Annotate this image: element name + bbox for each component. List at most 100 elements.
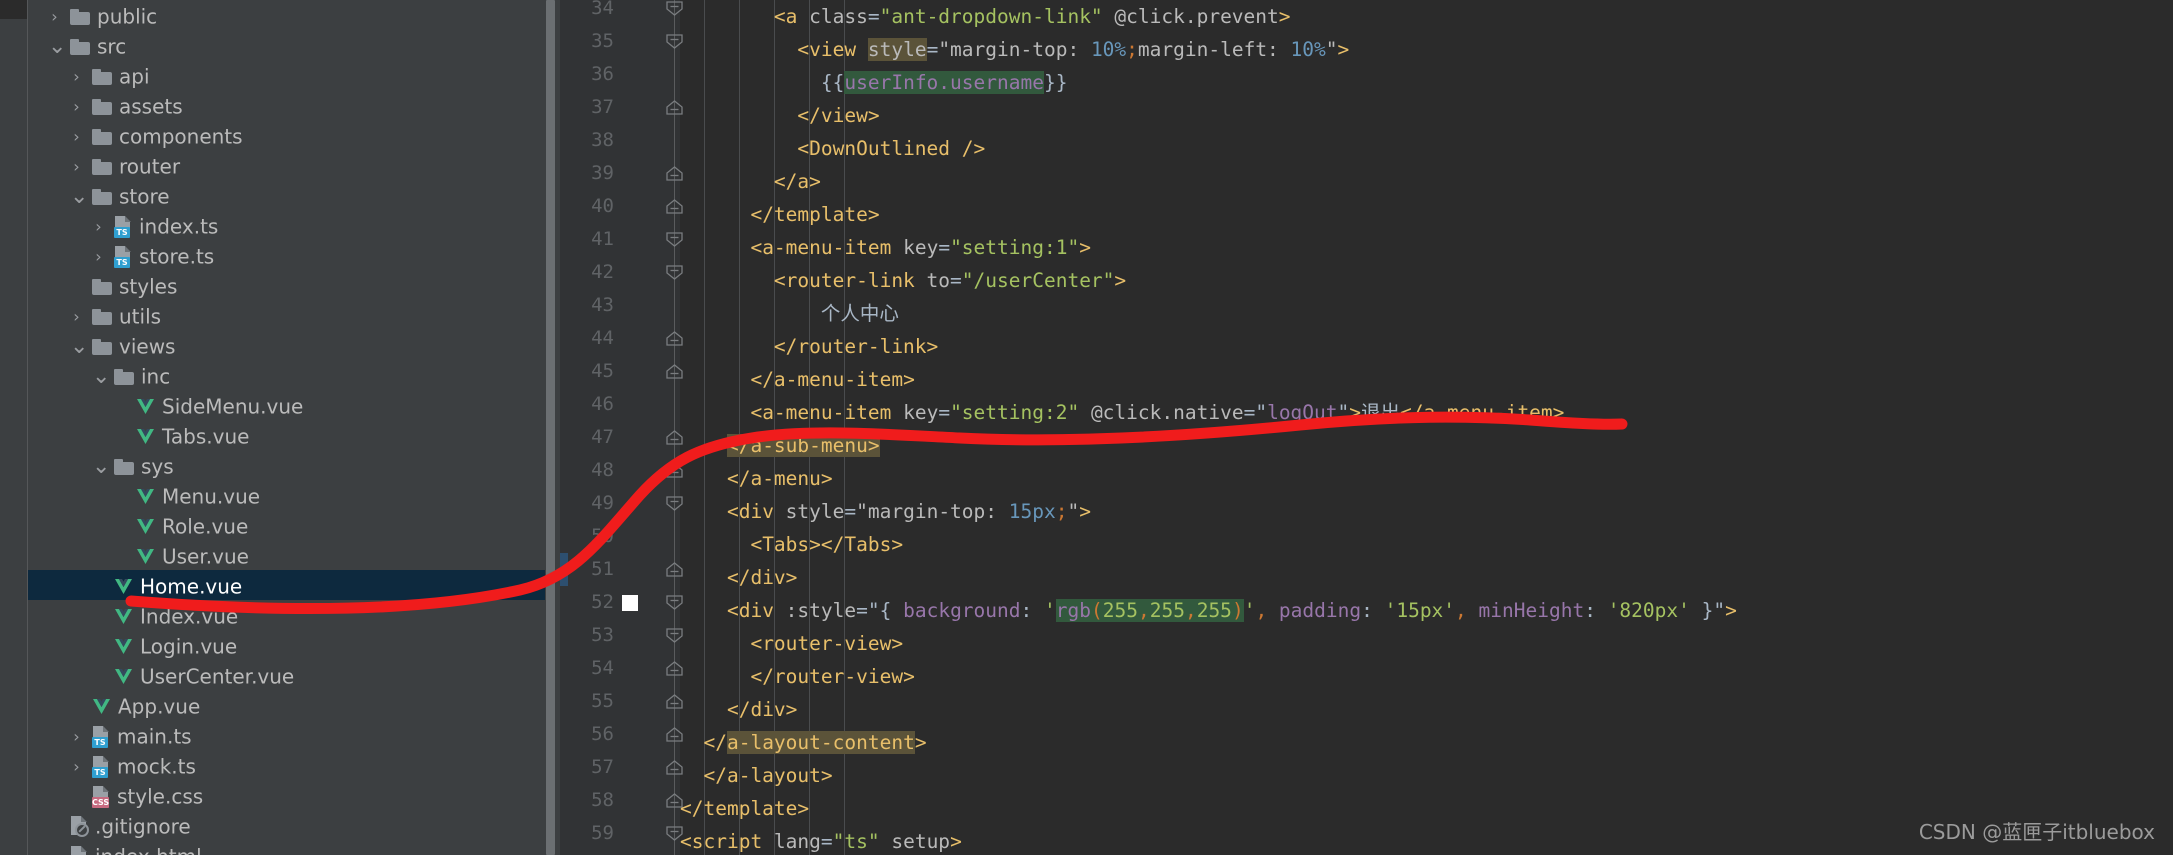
code-line[interactable]: <div :style="{ background: 'rgb(255,255,… [680, 594, 2173, 627]
code-line[interactable]: {{userInfo.username}} [680, 66, 2173, 99]
tree-item-sys[interactable]: ⌄ sys [28, 450, 560, 480]
line-number[interactable]: 54 [560, 652, 614, 685]
chevron-right-icon[interactable]: › [70, 152, 83, 182]
tree-item-utils[interactable]: › utils [28, 300, 560, 330]
line-number[interactable]: 44 [560, 322, 614, 355]
code-line[interactable]: <div style="margin-top: 15px;"> [680, 495, 2173, 528]
code-line[interactable]: <a-menu-item key="setting:1"> [680, 231, 2173, 264]
breakpoint-marker[interactable] [622, 595, 638, 611]
code-line[interactable]: <Tabs></Tabs> [680, 528, 2173, 561]
tree-item-src[interactable]: ⌄ src [28, 30, 560, 60]
line-number[interactable]: 43 [560, 289, 614, 322]
line-number[interactable]: 53 [560, 619, 614, 652]
chevron-right-icon[interactable]: › [70, 302, 83, 332]
line-number[interactable]: 36 [560, 58, 614, 91]
scrollbar-thumb[interactable] [546, 0, 555, 855]
tree-item-menu-vue[interactable]: Menu.vue [28, 480, 560, 510]
code-line[interactable]: <a-menu-item key="setting:2" @click.nati… [680, 396, 2173, 429]
tree-item-usercenter-vue[interactable]: UserCenter.vue [28, 660, 560, 690]
code-line[interactable]: </a-layout-content> [680, 726, 2173, 759]
tree-item-index-ts[interactable]: › TS index.ts [28, 210, 560, 240]
chevron-right-icon[interactable]: › [92, 212, 105, 242]
code-line[interactable]: <router-link to="/userCenter"> [680, 264, 2173, 297]
chevron-down-icon[interactable]: ⌄ [92, 365, 110, 387]
tree-item-sidemenu-vue[interactable]: SideMenu.vue [28, 390, 560, 420]
tree-item-inc[interactable]: ⌄ inc [28, 360, 560, 390]
code-line[interactable]: <a class="ant-dropdown-link" @click.prev… [680, 0, 2173, 33]
line-number[interactable]: 58 [560, 784, 614, 817]
chevron-down-icon[interactable]: ⌄ [48, 35, 66, 57]
line-number[interactable]: 41 [560, 223, 614, 256]
tree-item-app-vue[interactable]: App.vue [28, 690, 560, 720]
code-line[interactable]: </div> [680, 561, 2173, 594]
line-number[interactable]: 48 [560, 454, 614, 487]
code-line[interactable]: <router-view> [680, 627, 2173, 660]
line-number[interactable]: 46 [560, 388, 614, 421]
code-line[interactable]: </a-menu> [680, 462, 2173, 495]
line-number[interactable]: 40 [560, 190, 614, 223]
project-sidebar[interactable]: › public ⌄ src › api › assets › components › router… [0, 0, 560, 855]
code-editor-pane[interactable]: 34 35 36 37 38 39 40 41 42 43 44 45 46 47 48 49 50 51 52 53… [560, 0, 2173, 855]
line-number[interactable]: 49 [560, 487, 614, 520]
tree-item-user-vue[interactable]: User.vue [28, 540, 560, 570]
chevron-right-icon[interactable]: › [70, 62, 83, 92]
tree-item-login-vue[interactable]: Login.vue [28, 630, 560, 660]
line-number[interactable]: 50 [560, 520, 614, 553]
file-tree[interactable]: › public ⌄ src › api › assets › components › router… [28, 0, 560, 855]
tree-item-api[interactable]: › api [28, 60, 560, 90]
chevron-right-icon[interactable]: › [70, 752, 83, 782]
tree-item-index-html[interactable]: index.html [28, 840, 560, 855]
line-number[interactable]: 59 [560, 817, 614, 850]
line-number[interactable]: 38 [560, 124, 614, 157]
tree-item-store[interactable]: ⌄ store [28, 180, 560, 210]
tree-item-styles[interactable]: styles [28, 270, 560, 300]
tree-item-router[interactable]: › router [28, 150, 560, 180]
tree-item-main-ts[interactable]: › TS main.ts [28, 720, 560, 750]
line-number[interactable]: 39 [560, 157, 614, 190]
tree-item-style-css[interactable]: CSS style.css [28, 780, 560, 810]
chevron-right-icon[interactable]: › [48, 2, 61, 32]
chevron-right-icon[interactable]: › [70, 92, 83, 122]
line-number[interactable]: 56 [560, 718, 614, 751]
code-line[interactable]: </a-menu-item> [680, 363, 2173, 396]
code-line[interactable]: </template> [680, 198, 2173, 231]
chevron-right-icon[interactable]: › [70, 722, 83, 752]
tree-item-mock-ts[interactable]: › TS mock.ts [28, 750, 560, 780]
tree-item-store-ts[interactable]: › TS store.ts [28, 240, 560, 270]
code-line[interactable]: </a-layout> [680, 759, 2173, 792]
file-tree-scrollbar[interactable] [545, 0, 556, 855]
line-number[interactable]: 42 [560, 256, 614, 289]
code-line[interactable]: 个人中心 [680, 297, 2173, 330]
code-line[interactable]: </view> [680, 99, 2173, 132]
code-line[interactable]: <DownOutlined /> [680, 132, 2173, 165]
line-number[interactable]: 45 [560, 355, 614, 388]
line-number[interactable]: 57 [560, 751, 614, 784]
tree-item-views[interactable]: ⌄ views [28, 330, 560, 360]
tree-item-tabs-vue[interactable]: Tabs.vue [28, 420, 560, 450]
tree-item-assets[interactable]: › assets [28, 90, 560, 120]
line-number[interactable]: 51 [560, 553, 614, 586]
code-line[interactable]: </a> [680, 165, 2173, 198]
tree-item-components[interactable]: › components [28, 120, 560, 150]
line-number[interactable]: 55 [560, 685, 614, 718]
chevron-right-icon[interactable]: › [92, 242, 105, 272]
chevron-right-icon[interactable]: › [70, 122, 83, 152]
chevron-down-icon[interactable]: ⌄ [70, 335, 88, 357]
code-line[interactable]: </div> [680, 693, 2173, 726]
chevron-down-icon[interactable]: ⌄ [70, 185, 88, 207]
code-line[interactable]: </a-sub-menu> [680, 429, 2173, 462]
line-number[interactable]: 34 [560, 0, 614, 25]
code-line[interactable]: </router-link> [680, 330, 2173, 363]
line-number[interactable]: 52 [560, 586, 614, 619]
tree-item-role-vue[interactable]: Role.vue [28, 510, 560, 540]
line-number[interactable]: 37 [560, 91, 614, 124]
line-number[interactable]: 47 [560, 421, 614, 454]
tree-item--gitignore[interactable]: .gitignore [28, 810, 560, 840]
code-line[interactable]: </router-view> [680, 660, 2173, 693]
line-number[interactable]: 35 [560, 25, 614, 58]
tree-item-home-vue[interactable]: Home.vue [28, 570, 560, 600]
code-line[interactable]: <view style="margin-top: 10%;margin-left… [680, 33, 2173, 66]
tree-item-public[interactable]: › public [28, 0, 560, 30]
code-content[interactable]: <a class="ant-dropdown-link" @click.prev… [680, 0, 2173, 855]
tree-item-index-vue[interactable]: Index.vue [28, 600, 560, 630]
